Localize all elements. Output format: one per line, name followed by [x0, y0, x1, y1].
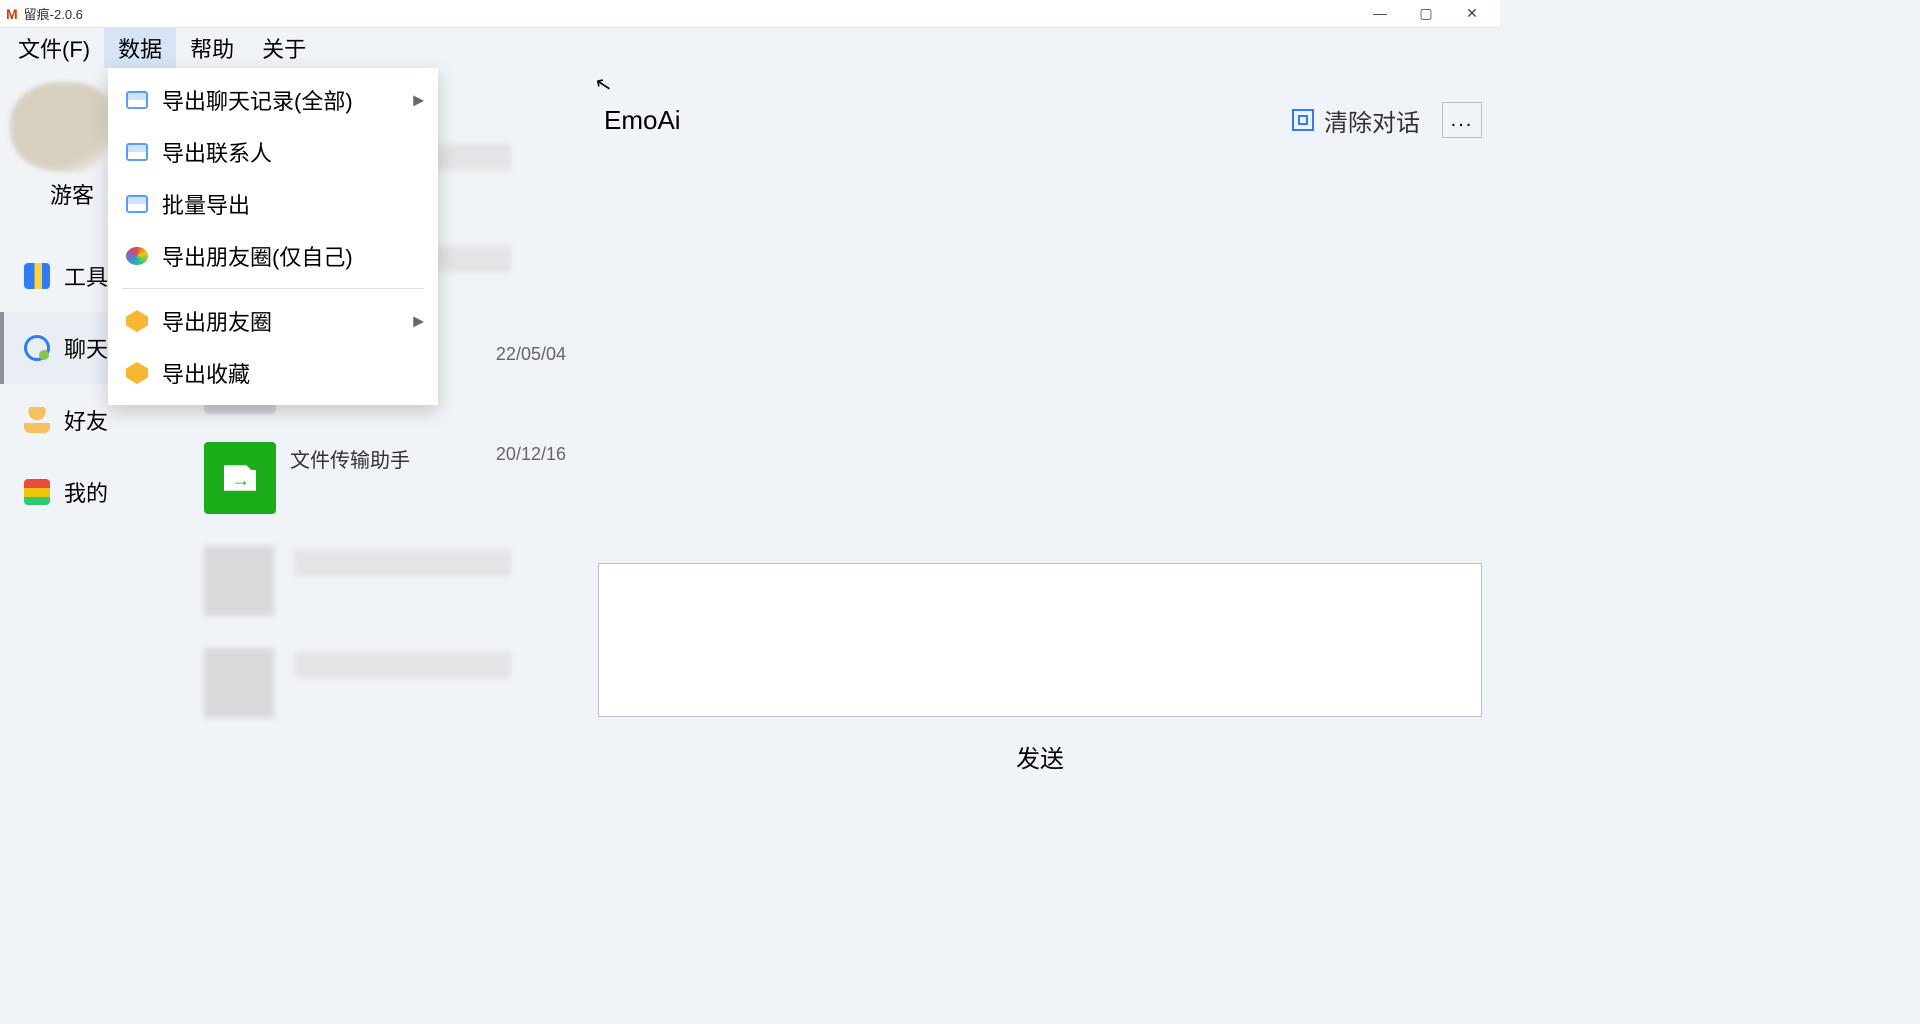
- chat-list-item-redacted[interactable]: [204, 536, 566, 636]
- send-button[interactable]: 发送: [1016, 746, 1064, 773]
- friend-icon: [24, 407, 50, 433]
- menu-data-dropdown: 导出聊天记录(全部) ▶ 导出联系人 批量导出 导出朋友圈(仅自己) 导出朋友圈…: [108, 68, 438, 405]
- dd-label: 导出朋友圈: [162, 305, 272, 337]
- clear-label: 清除对话: [1324, 103, 1420, 138]
- chat-date: 22/05/04: [496, 344, 566, 365]
- folder-icon: [126, 195, 148, 213]
- window-minimize-button[interactable]: —: [1368, 5, 1392, 22]
- mine-icon: [24, 479, 50, 505]
- folder-icon: [126, 143, 148, 161]
- submenu-arrow-icon: ▶: [413, 92, 424, 109]
- dd-batch-export[interactable]: 批量导出: [108, 178, 438, 230]
- app-icon: M: [6, 6, 18, 22]
- dd-export-favorites[interactable]: 导出收藏: [108, 347, 438, 399]
- folder-icon: [126, 91, 148, 109]
- window-close-button[interactable]: ✕: [1460, 5, 1484, 22]
- dd-label: 导出收藏: [162, 357, 250, 389]
- chat-list-item-redacted[interactable]: [204, 638, 566, 738]
- chat-date: 20/12/16: [496, 444, 566, 473]
- menubar: 文件(F) 数据 帮助 关于: [0, 28, 1500, 68]
- submenu-arrow-icon: ▶: [413, 313, 424, 330]
- sidebar-item-label: 聊天: [64, 332, 108, 364]
- clear-icon: [1292, 109, 1314, 131]
- chat-icon: [24, 335, 50, 361]
- dropdown-separator: [122, 288, 424, 289]
- menu-about[interactable]: 关于: [248, 28, 320, 68]
- menu-file[interactable]: 文件(F): [4, 28, 104, 68]
- conversation-header: EmoAi 清除对话 ...: [598, 88, 1482, 152]
- file-transfer-icon: [204, 442, 276, 514]
- sidebar-item-label: 工具: [64, 260, 108, 292]
- window-title: 留痕-2.0.6: [24, 4, 83, 23]
- sidebar-item-label: 好友: [64, 404, 108, 436]
- chat-list-item-file-transfer[interactable]: 文件传输助手 20/12/16: [180, 434, 580, 534]
- dd-export-all-chats[interactable]: 导出聊天记录(全部) ▶: [108, 74, 438, 126]
- dd-label: 批量导出: [162, 188, 250, 220]
- dd-label: 导出聊天记录(全部): [162, 84, 353, 116]
- conversation-pane: EmoAi 清除对话 ... 发送: [580, 68, 1500, 800]
- vip-badge-icon: [126, 310, 148, 332]
- window-titlebar: M 留痕-2.0.6 — ▢ ✕: [0, 0, 1500, 28]
- sidebar-item-mine[interactable]: 我的: [0, 456, 180, 528]
- vip-badge-icon: [126, 362, 148, 384]
- dd-label: 导出朋友圈(仅自己): [162, 240, 353, 272]
- moments-icon: [126, 247, 148, 265]
- clear-conversation-button[interactable]: 清除对话: [1284, 99, 1428, 142]
- conversation-more-button[interactable]: ...: [1442, 102, 1482, 138]
- window-maximize-button[interactable]: ▢: [1414, 5, 1438, 22]
- menu-data[interactable]: 数据: [104, 28, 176, 68]
- sidebar-item-label: 我的: [64, 476, 108, 508]
- conversation-title: EmoAi: [604, 105, 681, 136]
- message-input[interactable]: [598, 563, 1482, 717]
- tools-icon: [24, 263, 50, 289]
- dd-export-moments[interactable]: 导出朋友圈 ▶: [108, 295, 438, 347]
- menu-help[interactable]: 帮助: [176, 28, 248, 68]
- dd-label: 导出联系人: [162, 136, 272, 168]
- user-avatar[interactable]: [10, 82, 120, 172]
- dd-export-moments-self[interactable]: 导出朋友圈(仅自己): [108, 230, 438, 282]
- chat-name: 文件传输助手: [290, 444, 410, 473]
- message-area: [598, 152, 1482, 563]
- dd-export-contacts[interactable]: 导出联系人: [108, 126, 438, 178]
